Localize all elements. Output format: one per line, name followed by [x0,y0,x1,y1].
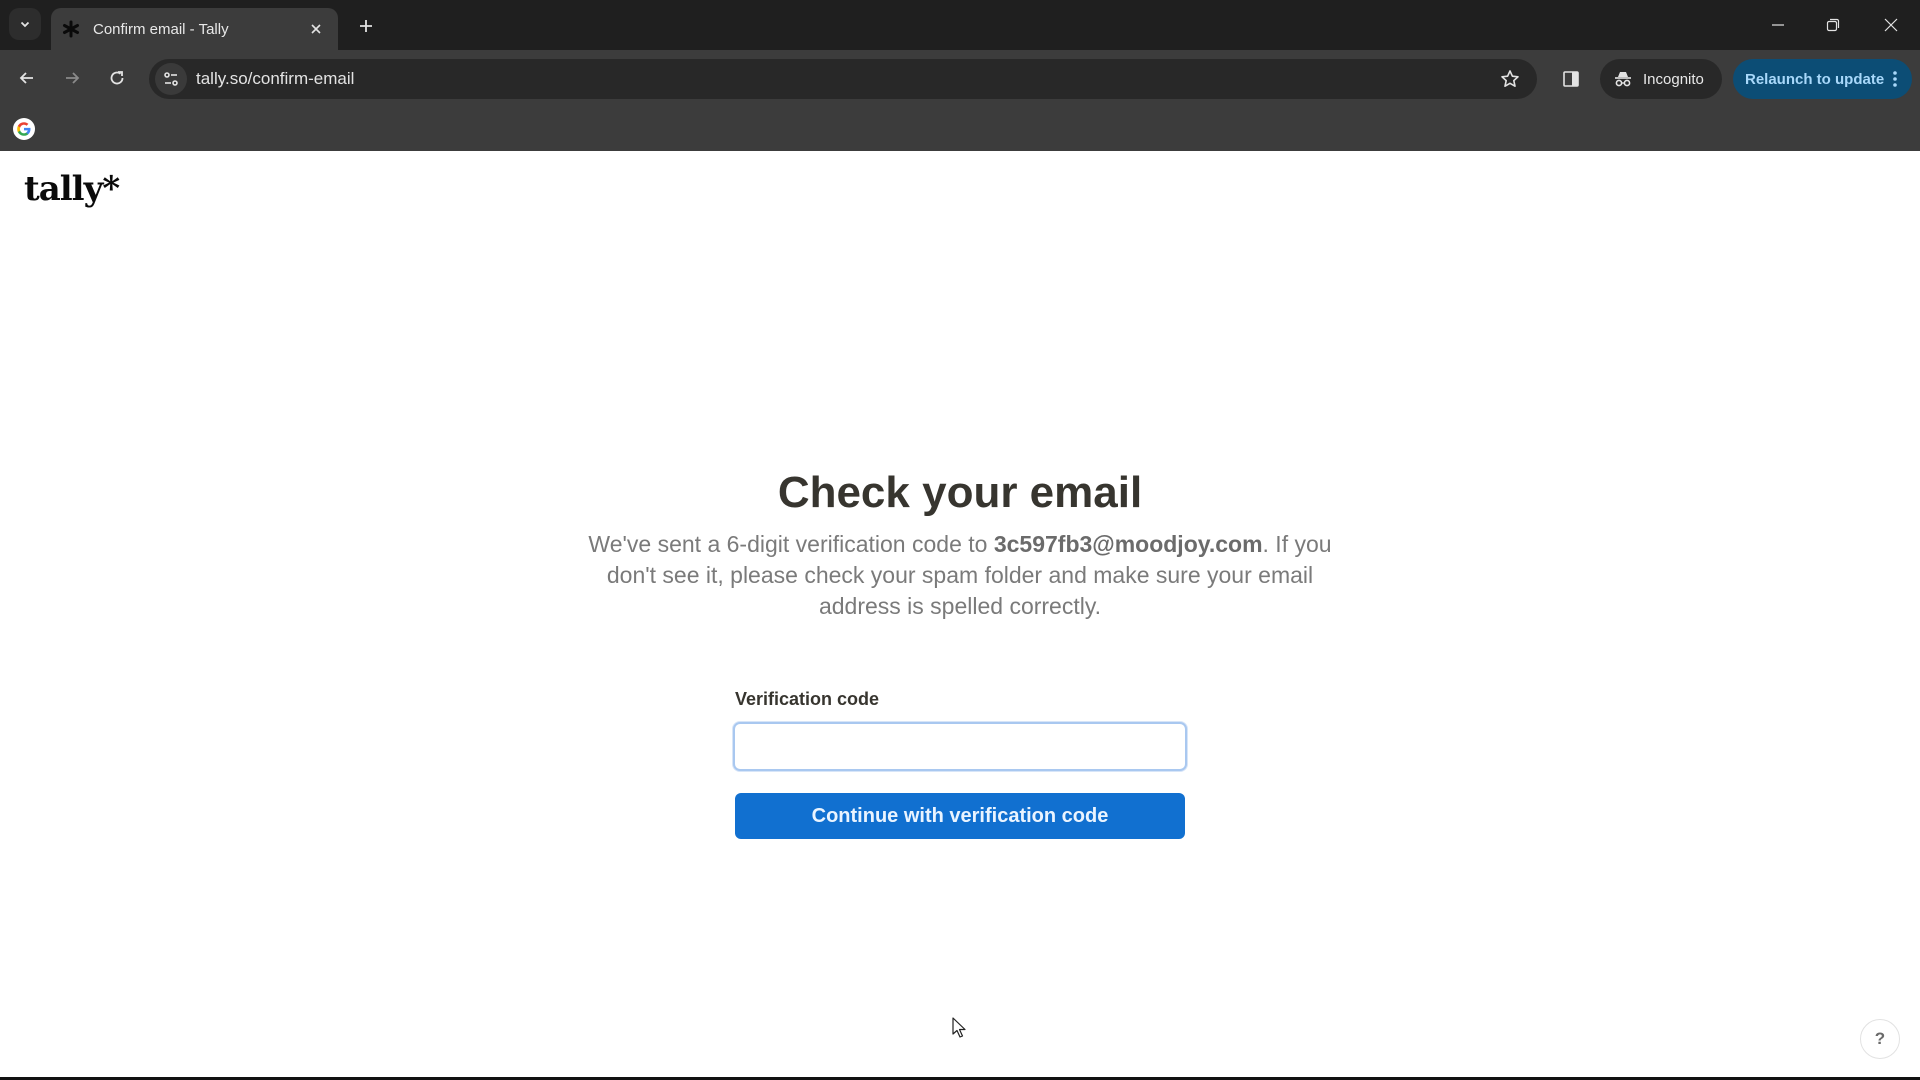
address-bar[interactable]: tally.so/confirm-email [149,59,1537,99]
bookmark-star-button[interactable] [1499,68,1521,90]
reload-button[interactable] [100,61,134,95]
minimize-icon [1772,24,1784,26]
close-icon [1884,18,1898,32]
side-panel-button[interactable] [1556,64,1586,94]
instructions-text: We've sent a 6-digit verification code t… [580,529,1340,622]
relaunch-to-update-button[interactable]: Relaunch to update [1733,59,1912,99]
incognito-icon [1615,72,1631,87]
page-content: tally* Check your email We've sent a 6-d… [0,151,1920,1080]
relaunch-label: Relaunch to update [1745,70,1885,88]
kebab-menu-icon [1893,71,1897,87]
help-button[interactable]: ? [1860,1019,1900,1059]
incognito-label: Incognito [1643,70,1704,88]
minimize-button[interactable] [1755,10,1801,40]
instructions-before: We've sent a 6-digit verification code t… [588,531,994,557]
arrow-left-icon [19,72,33,84]
reload-icon [110,71,124,85]
browser-menu-button[interactable] [1884,64,1906,94]
help-icon: ? [1874,1029,1886,1048]
tab-search-button[interactable] [9,8,41,40]
new-tab-button[interactable] [352,12,380,40]
site-info-button[interactable] [155,63,187,95]
verification-code-label: Verification code [735,689,880,709]
forward-button[interactable] [55,61,89,95]
star-icon [1501,70,1519,87]
side-panel-icon [1563,71,1579,87]
plus-icon [360,20,372,32]
google-icon [17,122,31,136]
back-button[interactable] [10,61,44,95]
tally-logo[interactable]: tally* [24,169,120,209]
tally-asterisk-icon [61,19,81,39]
close-icon [311,24,321,34]
verification-code-input[interactable] [733,722,1187,771]
mouse-cursor-icon [952,1017,966,1038]
tab-close-button[interactable] [304,17,328,41]
page-title: Check your email [777,468,1143,517]
restore-button[interactable] [1810,10,1856,40]
url-text[interactable]: tally.so/confirm-email [196,69,354,89]
continue-button[interactable]: Continue with verification code [735,793,1185,839]
recipient-email: 3c597fb3@moodjoy.com [993,531,1263,557]
chevron-down-icon [20,21,30,28]
arrow-right-icon [66,72,80,84]
bookmarks-bar [0,105,1920,151]
bookmark-google[interactable] [13,118,35,140]
tab-title: Confirm email - Tally [93,20,229,38]
browser-tab-active[interactable]: Confirm email - Tally [51,8,338,50]
close-window-button[interactable] [1868,10,1914,40]
tune-icon [164,72,178,86]
tab-bar: Confirm email - Tally [0,0,1920,50]
restore-icon [1826,18,1840,32]
incognito-indicator[interactable]: Incognito [1600,59,1722,99]
